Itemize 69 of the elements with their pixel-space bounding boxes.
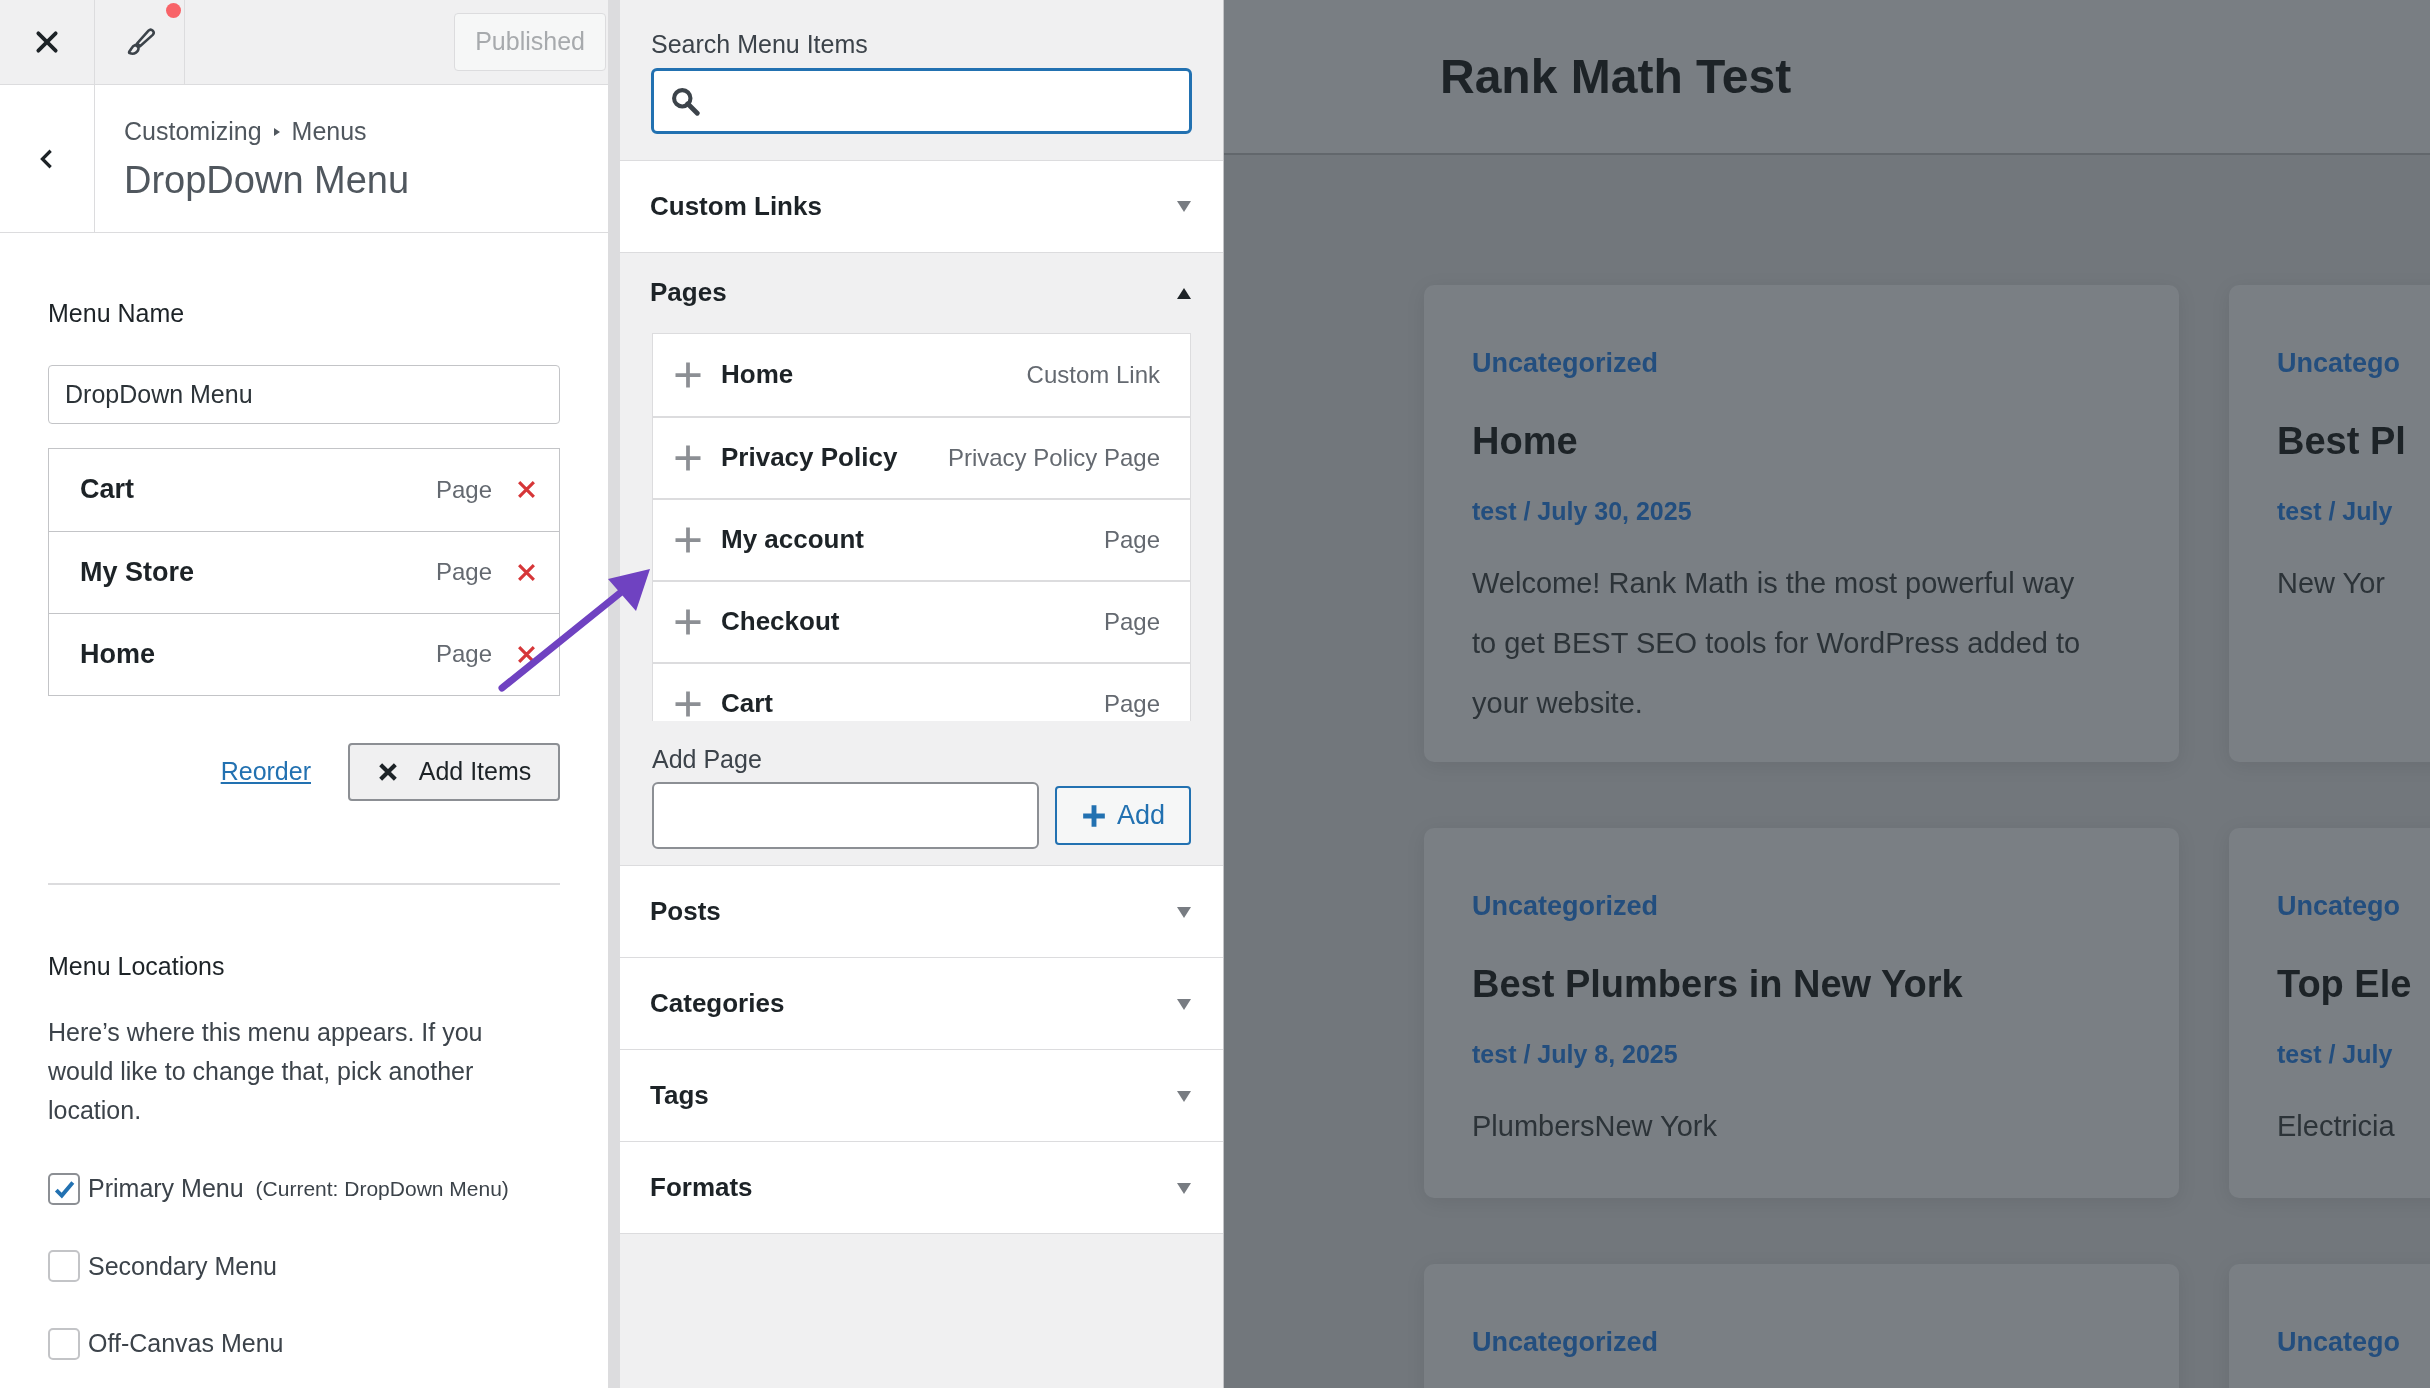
add-button[interactable]: Add xyxy=(1055,786,1191,845)
page-item-row[interactable]: Privacy Policy Privacy Policy Page xyxy=(653,415,1190,498)
checkbox[interactable] xyxy=(48,1250,80,1283)
item-type: Page xyxy=(1103,688,1160,719)
page-item-row[interactable]: My account Page xyxy=(653,497,1190,580)
post-excerpt: Welcome! Rank Math is the most powerful way to get BEST SEO tools for WordPress added to your website. xyxy=(1472,565,2082,721)
section-heading: Menu Locations xyxy=(48,950,226,982)
item-type: Page xyxy=(435,557,492,587)
post-title[interactable]: Top Ele xyxy=(2277,960,2430,1008)
remove-icon[interactable] xyxy=(516,643,537,665)
item-title: My account xyxy=(721,523,866,556)
accordion-header[interactable]: Formats xyxy=(620,1142,1223,1233)
breadcrumb-item[interactable]: Customizing xyxy=(124,113,262,151)
item-type: Privacy Policy Page xyxy=(947,442,1160,473)
post-meta: test / July 30, 2025 xyxy=(1472,496,1693,527)
post-title[interactable]: Best Plumbers in New York xyxy=(1472,960,2131,1008)
menu-name-field[interactable]: DropDown Menu xyxy=(48,364,560,424)
field-label: Menu Name xyxy=(48,298,186,329)
add-items-button[interactable]: Add Items xyxy=(348,742,560,801)
description-text: Here’s where this menu appears. If you would like to change that, pick another location. xyxy=(48,1017,484,1126)
item-title: Privacy Policy xyxy=(721,441,899,474)
page-item-row[interactable]: Checkout Page xyxy=(653,579,1190,662)
field-label: Add Page xyxy=(652,743,763,775)
item-type: Page xyxy=(1103,524,1160,555)
post-meta: test / July xyxy=(2277,1039,2394,1070)
add-page-field[interactable] xyxy=(652,782,1039,849)
accordion-header[interactable]: Custom Links xyxy=(620,160,1223,252)
breadcrumb-separator-icon xyxy=(271,125,282,138)
remove-icon[interactable] xyxy=(516,479,537,500)
page-item-row[interactable]: Cart Page xyxy=(653,661,1190,721)
close-icon xyxy=(34,29,60,55)
item-type: Page xyxy=(435,639,492,669)
accordion-header[interactable]: Posts xyxy=(620,866,1223,957)
checkbox[interactable] xyxy=(48,1172,80,1205)
site-title: Rank Math Test xyxy=(1440,48,1792,105)
location-note: (Current: DropDown Menu) xyxy=(255,1176,509,1202)
post-title[interactable]: Home xyxy=(1472,417,2131,465)
checkbox-label: Off-Canvas Menu xyxy=(88,1328,284,1359)
checkbox-label: Primary Menu xyxy=(88,1173,244,1204)
post-excerpt: Electricia xyxy=(2277,1108,2396,1144)
post-excerpt: PlumbersNew York xyxy=(1472,1108,1718,1144)
item-type: Page xyxy=(1103,606,1160,637)
breadcrumb-item: Menus xyxy=(291,116,367,147)
item-title: Home xyxy=(721,358,795,391)
panel-title: DropDown Menu xyxy=(124,157,410,203)
item-title: Home xyxy=(80,637,156,671)
plus-icon xyxy=(1080,802,1107,829)
accordion-header[interactable]: Categories xyxy=(620,958,1223,1049)
item-title: Checkout xyxy=(721,605,841,638)
post-title[interactable]: Best Pl xyxy=(2277,417,2430,465)
caret-down-icon xyxy=(1175,198,1193,214)
post-excerpt: New Yor xyxy=(2277,565,2386,601)
checkbox-label: Secondary Menu xyxy=(88,1250,277,1282)
item-title: Cart xyxy=(721,687,774,720)
search-field[interactable] xyxy=(651,67,1192,134)
post-meta: test / July xyxy=(2277,496,2394,527)
field-label: Search Menu Items xyxy=(651,29,869,60)
reorder-link[interactable]: Reorder xyxy=(220,752,311,791)
scrollbar-track[interactable] xyxy=(608,0,620,1388)
search-icon xyxy=(670,85,700,116)
post-meta: test / July 8, 2025 xyxy=(1472,1039,1679,1070)
checkbox[interactable] xyxy=(48,1327,80,1360)
item-type: Page xyxy=(435,474,492,505)
item-title: Cart xyxy=(80,473,135,507)
page-item-row[interactable]: Home Custom Link xyxy=(653,333,1190,416)
item-type: Custom Link xyxy=(1026,359,1160,390)
remove-icon[interactable] xyxy=(516,561,537,583)
accordion-header[interactable]: Tags xyxy=(620,1050,1223,1141)
item-title: My Store xyxy=(80,555,196,589)
